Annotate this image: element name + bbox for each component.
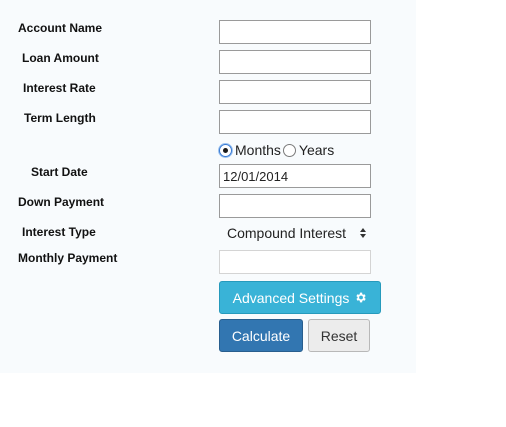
advanced-settings-button-label: Advanced Settings <box>232 289 350 306</box>
interest-type-select[interactable]: Compound Interest <box>219 222 371 244</box>
advanced-settings-button[interactable]: Advanced Settings <box>219 281 381 314</box>
account-name-input[interactable] <box>219 20 371 44</box>
term-unit-radio-group: Months Years <box>219 141 336 159</box>
interest-rate-input[interactable] <box>219 80 371 104</box>
years-radio[interactable] <box>282 143 296 157</box>
start-date-label: Start Date <box>31 165 88 179</box>
term-length-label: Term Length <box>24 111 96 125</box>
radio-selected-dot <box>223 147 228 153</box>
interest-type-selected-value: Compound Interest <box>227 225 347 241</box>
interest-rate-label: Interest Rate <box>23 81 96 95</box>
monthly-payment-output <box>219 250 371 274</box>
gear-icon <box>356 292 367 303</box>
years-radio-label[interactable]: Years <box>299 142 334 158</box>
calculate-button[interactable]: Calculate <box>219 319 303 352</box>
loan-amount-label: Loan Amount <box>22 51 99 65</box>
interest-type-label: Interest Type <box>22 225 96 239</box>
months-radio[interactable] <box>219 143 232 157</box>
account-name-label: Account Name <box>18 21 103 35</box>
monthly-payment-label: Monthly Payment <box>18 251 118 265</box>
loan-form-panel: Account Name Loan Amount Interest Rate T… <box>0 0 416 373</box>
down-payment-input[interactable] <box>219 194 371 218</box>
updown-arrows-icon <box>360 228 366 238</box>
start-date-input[interactable] <box>219 164 371 188</box>
reset-button[interactable]: Reset <box>308 319 370 352</box>
loan-amount-input[interactable] <box>219 50 371 74</box>
down-payment-label: Down Payment <box>18 195 105 209</box>
months-radio-label[interactable]: Months <box>235 142 281 158</box>
term-length-input[interactable] <box>219 110 371 134</box>
